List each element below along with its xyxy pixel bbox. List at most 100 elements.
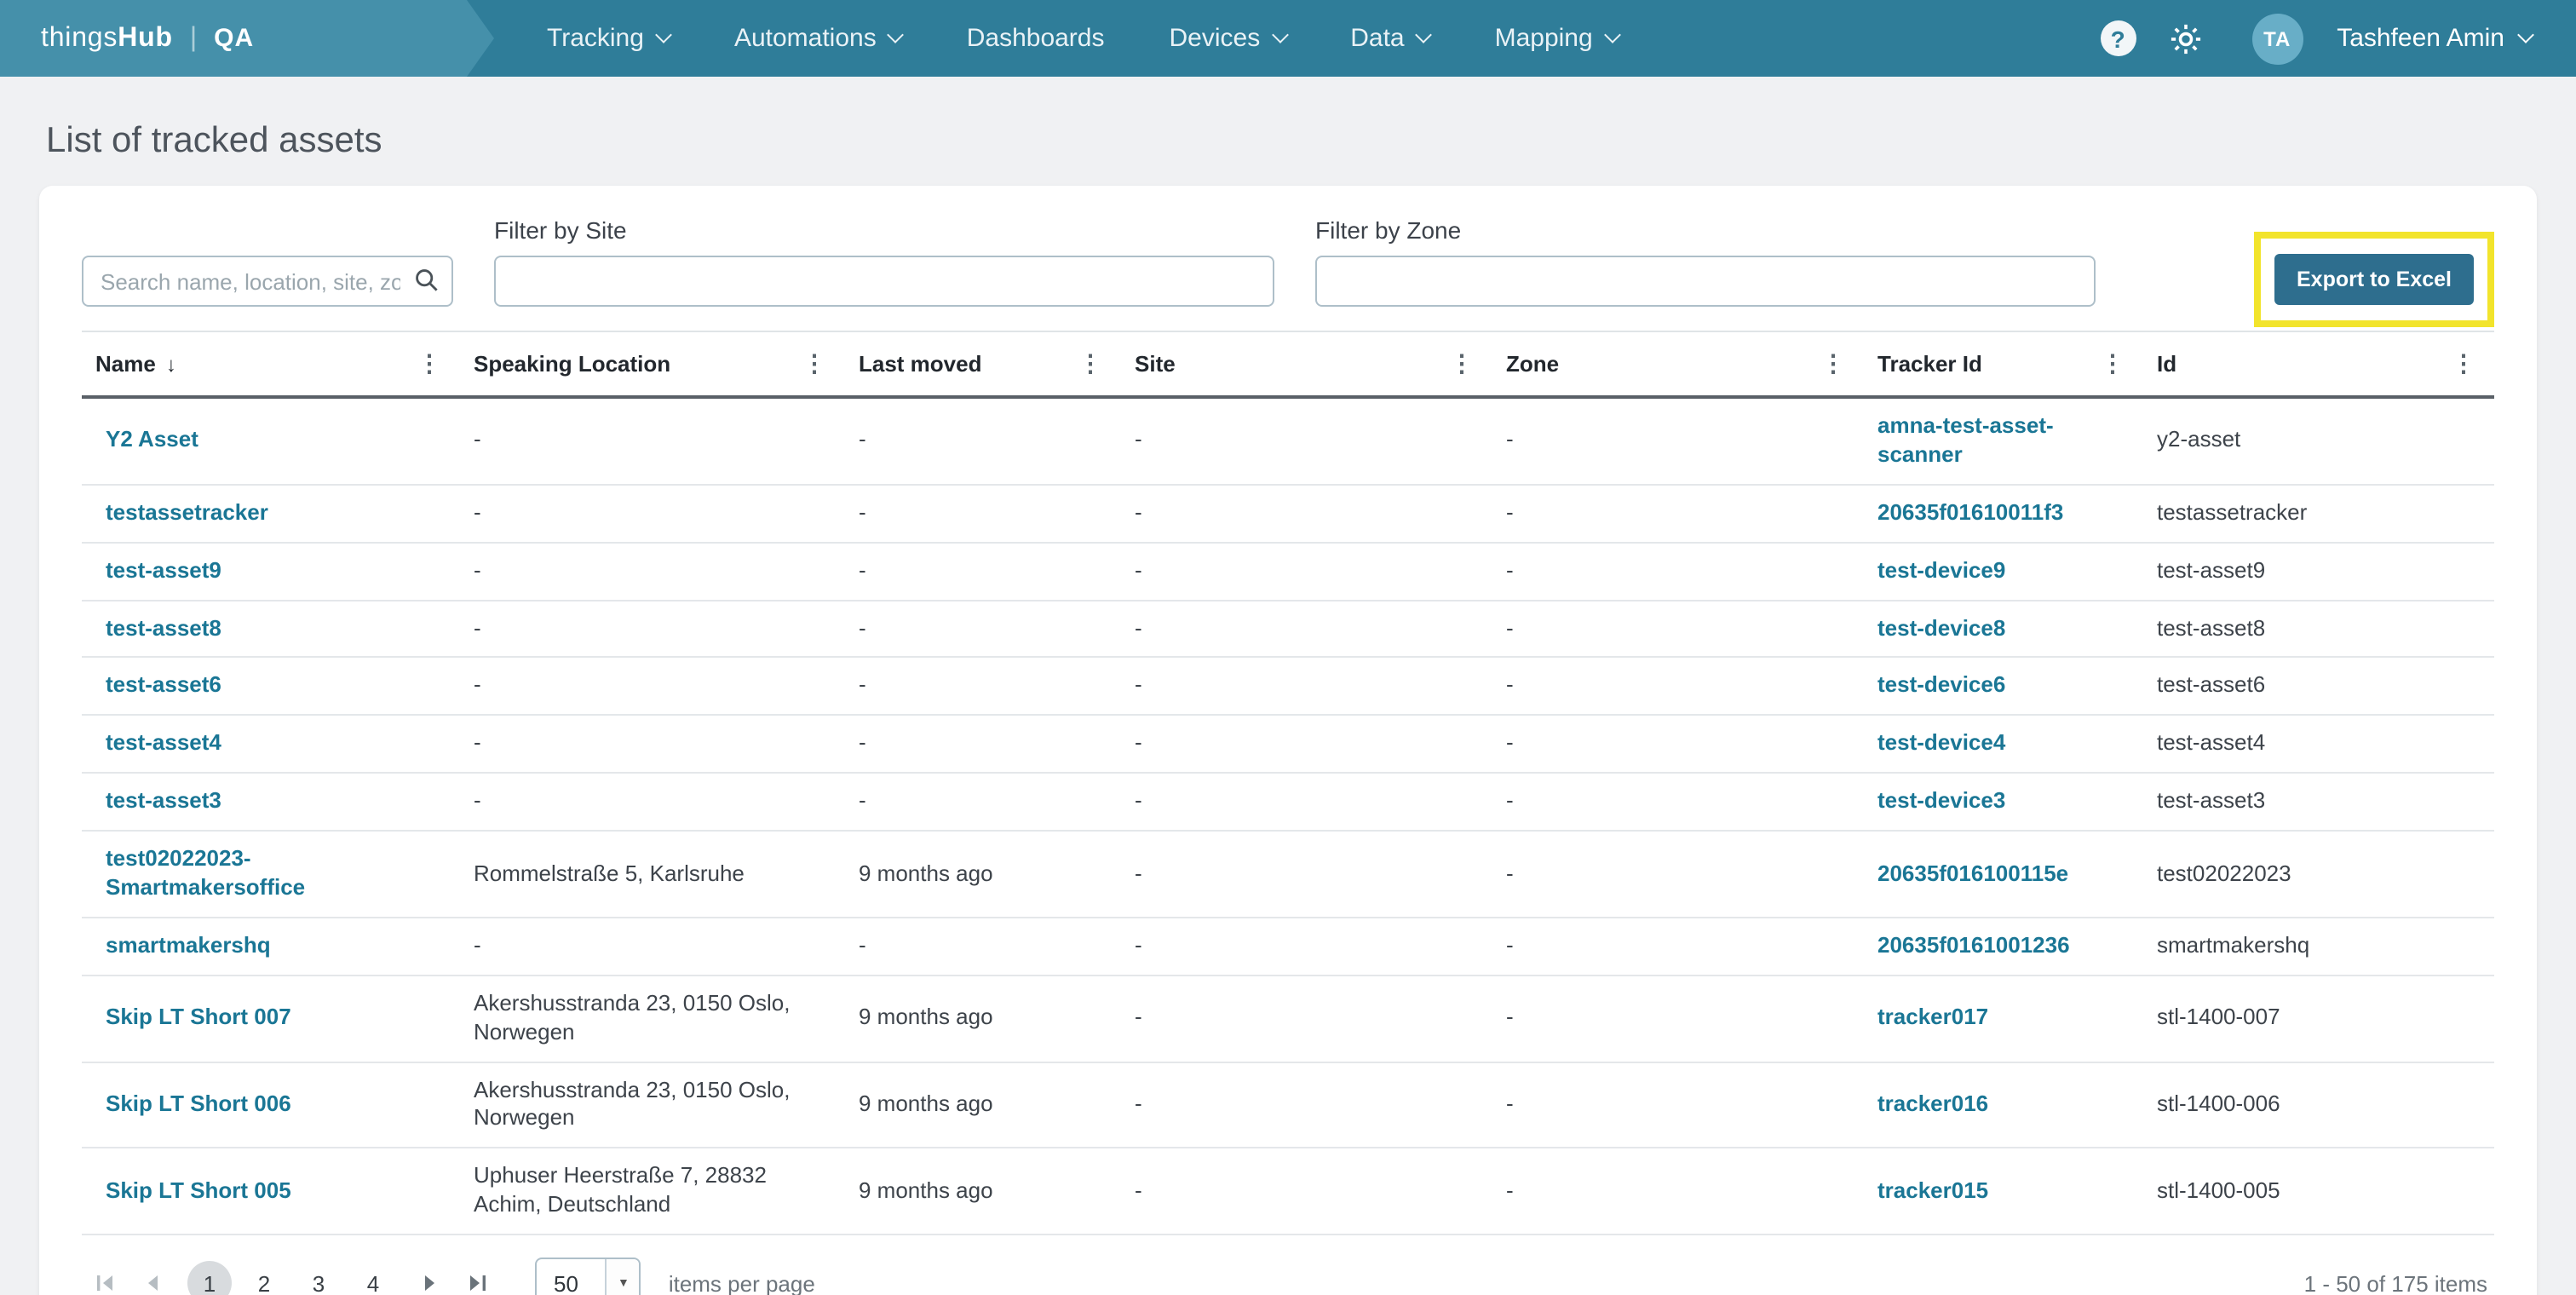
site-cell: -	[1121, 773, 1492, 831]
column-header[interactable]: Tracker Id ⋮	[1864, 331, 2143, 397]
user-menu[interactable]: Tashfeen Amin	[2337, 24, 2532, 53]
asset-name-link[interactable]: Skip LT Short 005	[106, 1177, 291, 1203]
speaking-location-cell: -	[460, 397, 845, 485]
first-page-button[interactable]	[85, 1261, 126, 1295]
tracker-id-link[interactable]: test-device3	[1877, 787, 2005, 813]
tracker-id-link[interactable]: test-device9	[1877, 556, 2005, 582]
export-to-excel-button[interactable]: Export to Excel	[2274, 254, 2474, 305]
next-page-button[interactable]	[409, 1261, 450, 1295]
avatar[interactable]: TA	[2251, 13, 2303, 64]
column-header[interactable]: Site ⋮	[1121, 331, 1492, 397]
asset-name-link[interactable]: test02022023-Smartmakersoffice	[106, 845, 305, 900]
table-row: test02022023-Smartmakersoffice Rommelstr…	[82, 831, 2494, 918]
column-menu-icon[interactable]: ⋮	[797, 349, 831, 378]
column-menu-icon[interactable]: ⋮	[2096, 349, 2130, 378]
tracker-id-link[interactable]: tracker016	[1877, 1091, 1988, 1116]
asset-name-link[interactable]: test-asset4	[106, 730, 221, 756]
column-menu-icon[interactable]: ⋮	[412, 349, 446, 378]
tracker-id-link[interactable]: test-device4	[1877, 730, 2005, 756]
tracker-id-link[interactable]: test-device6	[1877, 672, 2005, 698]
speaking-location-cell: -	[460, 542, 845, 600]
last-moved-cell: -	[845, 918, 1121, 976]
page-size-select[interactable]: 50 ▼	[535, 1258, 641, 1295]
assets-card: Filter by Site Filter by Zone Export to …	[39, 186, 2537, 1295]
table-row: testassetracker - - - - 20635f01610011f3…	[82, 485, 2494, 543]
page-number-button[interactable]: 2	[242, 1261, 286, 1295]
column-header[interactable]: Speaking Location ⋮	[460, 331, 845, 397]
asset-name-link[interactable]: Y2 Asset	[106, 427, 198, 452]
page-number-button[interactable]: 4	[351, 1261, 395, 1295]
asset-name-link[interactable]: test-asset9	[106, 556, 221, 582]
asset-name-link[interactable]: test-asset3	[106, 787, 221, 813]
column-menu-icon[interactable]: ⋮	[2447, 349, 2481, 378]
column-header-label: Last moved	[859, 351, 982, 377]
search-icon[interactable]	[414, 268, 440, 302]
column-header-label: Site	[1135, 351, 1176, 377]
speaking-location-cell: -	[460, 485, 845, 543]
chevron-down-icon	[1416, 26, 1433, 43]
prev-page-button[interactable]	[133, 1261, 174, 1295]
select-arrow-icon: ▼	[606, 1259, 640, 1295]
column-header[interactable]: Zone ⋮	[1492, 331, 1864, 397]
name-cell: test-asset4	[82, 716, 460, 774]
last-moved-cell: -	[845, 600, 1121, 658]
tracker-id-link[interactable]: 20635f0161001236	[1877, 932, 2070, 958]
nav-item-tracking[interactable]: Tracking	[515, 0, 702, 77]
chevron-down-icon	[2517, 26, 2534, 43]
table-row: test-asset8 - - - - test-device8 test-as…	[82, 600, 2494, 658]
asset-name-link[interactable]: test-asset8	[106, 614, 221, 640]
asset-name-link[interactable]: Skip LT Short 007	[106, 1004, 291, 1029]
filter-site-label: Filter by Site	[494, 216, 1274, 244]
gear-icon[interactable]	[2170, 23, 2200, 54]
column-header[interactable]: Last moved ⋮	[845, 331, 1121, 397]
search-input[interactable]	[82, 256, 453, 307]
last-moved-cell: 9 months ago	[845, 831, 1121, 918]
last-moved-cell: -	[845, 658, 1121, 716]
filter-site-group: Filter by Site	[494, 216, 1274, 307]
table-row: smartmakershq - - - - 20635f0161001236 s…	[82, 918, 2494, 976]
asset-name-link[interactable]: testassetracker	[106, 499, 268, 525]
last-moved-cell: -	[845, 716, 1121, 774]
asset-name-link[interactable]: Skip LT Short 006	[106, 1091, 291, 1116]
last-moved-cell: -	[845, 485, 1121, 543]
tracker-id-link[interactable]: test-device8	[1877, 614, 2005, 640]
column-header[interactable]: Id ⋮	[2143, 331, 2494, 397]
tracker-id-cell: test-device4	[1864, 716, 2143, 774]
name-cell: Y2 Asset	[82, 397, 460, 485]
nav-item-dashboards[interactable]: Dashboards	[934, 0, 1137, 77]
tracker-id-link[interactable]: tracker017	[1877, 1004, 1988, 1029]
column-menu-icon[interactable]: ⋮	[1073, 349, 1107, 378]
page-number-button[interactable]: 1	[187, 1261, 232, 1295]
nav-item-mapping[interactable]: Mapping	[1463, 0, 1651, 77]
site-cell: -	[1121, 600, 1492, 658]
column-header[interactable]: Name ↓ ⋮	[82, 331, 460, 397]
nav-item-data[interactable]: Data	[1318, 0, 1462, 77]
last-page-button[interactable]	[457, 1261, 497, 1295]
site-cell: -	[1121, 397, 1492, 485]
sort-desc-icon: ↓	[166, 352, 176, 376]
page-size-value: 50	[537, 1259, 606, 1295]
column-menu-icon[interactable]: ⋮	[1816, 349, 1850, 378]
column-menu-icon[interactable]: ⋮	[1445, 349, 1479, 378]
brand-area[interactable]: thingsHub | QA	[0, 0, 494, 77]
nav-item-devices[interactable]: Devices	[1137, 0, 1319, 77]
asset-name-link[interactable]: test-asset6	[106, 672, 221, 698]
name-cell: test-asset6	[82, 658, 460, 716]
page-number-button[interactable]: 3	[296, 1261, 341, 1295]
tracker-id-link[interactable]: 20635f016100115e	[1877, 860, 2068, 885]
tracker-id-link[interactable]: amna-test-asset-scanner	[1877, 412, 2054, 467]
brand-logo[interactable]: thingsHub	[41, 23, 173, 54]
nav-item-label: Devices	[1170, 24, 1261, 53]
site-cell: -	[1121, 1148, 1492, 1235]
nav-item-automations[interactable]: Automations	[702, 0, 934, 77]
filter-zone-input[interactable]	[1315, 256, 2096, 307]
tracker-id-link[interactable]: 20635f01610011f3	[1877, 499, 2063, 525]
filter-site-input[interactable]	[494, 256, 1274, 307]
id-cell: y2-asset	[2143, 397, 2494, 485]
id-cell: stl-1400-006	[2143, 1062, 2494, 1148]
name-cell: testassetracker	[82, 485, 460, 543]
asset-name-link[interactable]: smartmakershq	[106, 932, 271, 958]
tracker-id-link[interactable]: tracker015	[1877, 1177, 1988, 1203]
help-icon[interactable]: ?	[2100, 20, 2136, 56]
last-moved-cell: -	[845, 773, 1121, 831]
